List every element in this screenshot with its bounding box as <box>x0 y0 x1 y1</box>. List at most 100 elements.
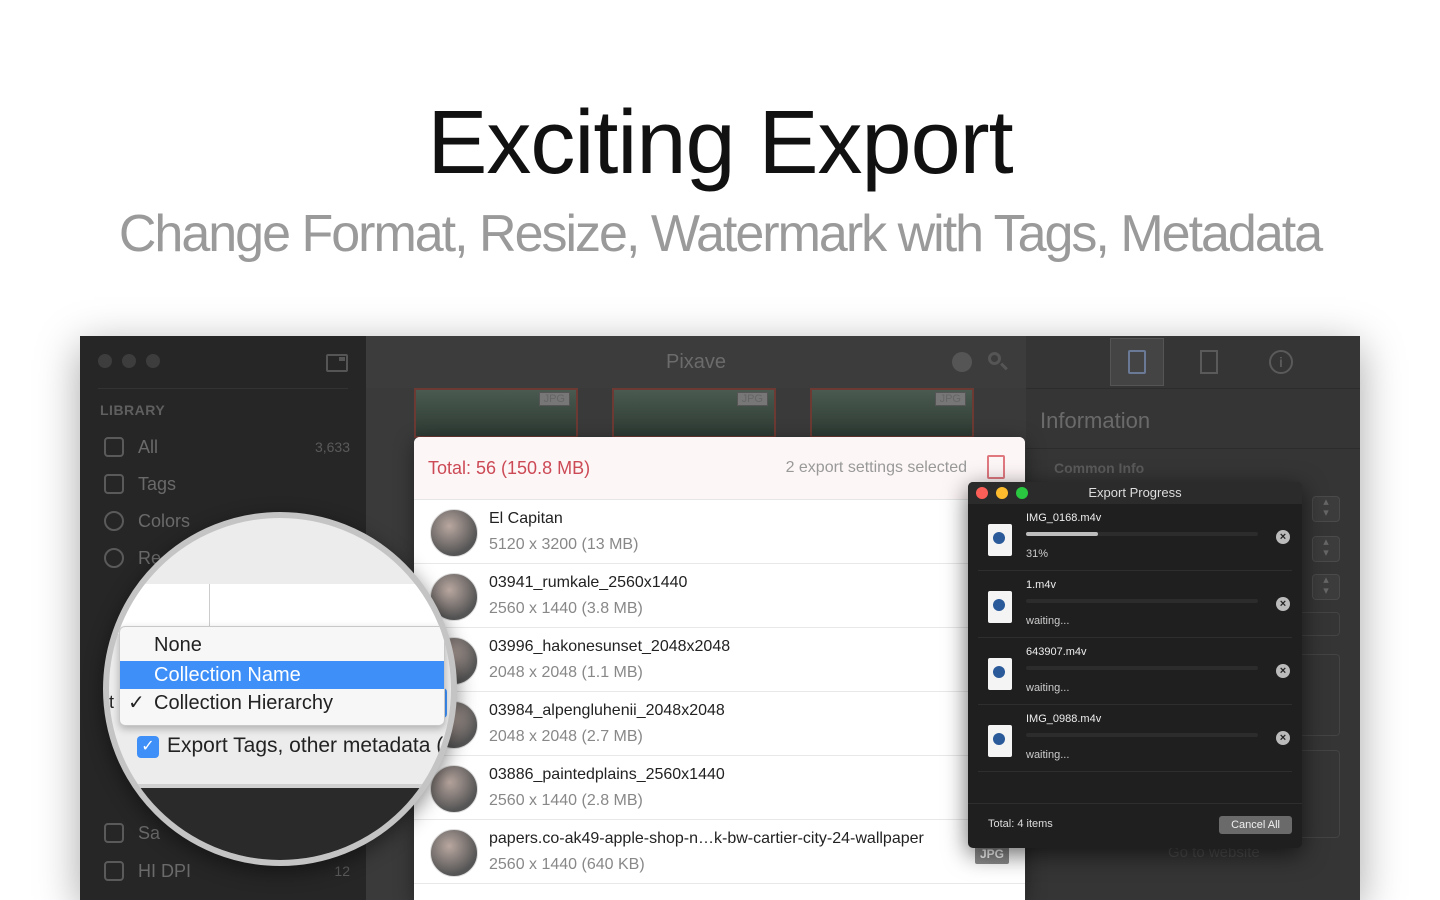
close-window-button[interactable] <box>976 487 988 499</box>
export-summary-header: Total: 56 (150.8 MB) 2 export settings s… <box>414 437 1025 500</box>
tab-document[interactable] <box>1110 338 1164 386</box>
progress-bar <box>1026 733 1258 737</box>
minimize-window-button[interactable] <box>122 354 136 368</box>
close-window-button[interactable] <box>98 354 112 368</box>
tag-icon <box>104 474 124 494</box>
file-name: 03886_paintedplains_2560x1440 <box>489 766 725 783</box>
menu-item-none[interactable]: None <box>120 631 444 659</box>
jpg-badge: JPG <box>736 392 768 406</box>
progress-status: waiting... <box>1026 615 1070 627</box>
clock-icon <box>104 548 124 568</box>
sidebar-item-all[interactable]: All 3,633 <box>104 432 350 462</box>
progress-window-title: Export Progress <box>1088 485 1182 500</box>
sidebar-toggle-icon[interactable] <box>326 354 348 372</box>
file-meta: 2560 x 1440 (640 KB) <box>489 856 645 873</box>
export-metadata-checkbox[interactable]: ✓ <box>137 736 159 758</box>
progress-bar <box>1026 532 1258 536</box>
file-name: 03996_hakonesunset_2048x2048 <box>489 638 731 655</box>
file-name: 03984_alpengluhenii_2048x2048 <box>489 702 725 719</box>
thumbnail[interactable]: JPG <box>810 388 974 438</box>
export-total: Total: 56 (150.8 MB) <box>428 457 591 478</box>
tab-bookmark[interactable] <box>1182 338 1236 386</box>
compass-icon[interactable] <box>952 352 972 372</box>
sidebar-item-count: 3,633 <box>314 439 350 455</box>
jpg-badge: JPG <box>538 392 570 406</box>
file-meta: 2560 x 1440 (3.8 MB) <box>489 600 643 617</box>
progress-item: IMG_0168.m4v 31% × <box>978 504 1292 571</box>
checkmark-icon: ✓ <box>128 692 145 714</box>
cancel-item-icon[interactable]: × <box>1276 664 1290 678</box>
export-progress-window: Export Progress IMG_0168.m4v 31% × 1.m4v… <box>968 482 1302 848</box>
column-divider <box>209 584 210 630</box>
movie-file-icon <box>988 524 1012 556</box>
progress-file-name: 643907.m4v <box>1026 646 1087 658</box>
tab-info[interactable]: i <box>1254 338 1308 386</box>
export-row[interactable]: 03984_alpengluhenii_2048x2048 2048 x 204… <box>414 692 1025 756</box>
popup-stepper[interactable]: ▴ ▾ <box>1312 536 1340 562</box>
export-row[interactable]: 03996_hakonesunset_2048x2048 2048 x 2048… <box>414 628 1025 692</box>
sidebar-item-tags[interactable]: Tags <box>104 469 350 499</box>
inspector-tabs: i <box>1110 338 1308 386</box>
popup-stepper[interactable]: ▴ ▾ <box>1312 496 1340 522</box>
info-icon: i <box>1269 350 1293 374</box>
folder-structure-menu: None Collection Name ✓ Collection Hierar… <box>119 626 445 726</box>
photos-stack-icon <box>104 437 124 457</box>
file-meta: 2048 x 2048 (1.1 MB) <box>489 664 643 681</box>
zoom-window-button[interactable] <box>1016 487 1028 499</box>
document-icon <box>1128 350 1146 374</box>
sidebar-item-label: Colors <box>138 510 191 531</box>
inspector-divider <box>1026 388 1360 389</box>
bookmark-icon <box>1200 350 1218 374</box>
export-settings-icon[interactable] <box>987 455 1005 479</box>
cancel-item-icon[interactable]: × <box>1276 597 1290 611</box>
zoom-window-button[interactable] <box>146 354 160 368</box>
library-section-label: LIBRARY <box>100 402 166 418</box>
progress-item: 1.m4v waiting... × <box>978 571 1292 638</box>
progress-status: 31% <box>1026 548 1049 560</box>
export-row[interactable]: 03941_rumkale_2560x1440 2560 x 1440 (3.8… <box>414 564 1025 628</box>
progress-file-name: 1.m4v <box>1026 579 1056 591</box>
file-name: papers.co-ak49-apple-shop-n…k-bw-cartier… <box>489 830 924 847</box>
file-meta: 5120 x 3200 (13 MB) <box>489 536 639 553</box>
magnified-sidebar <box>109 788 451 860</box>
cancel-item-icon[interactable]: × <box>1276 731 1290 745</box>
jpg-badge: JPG <box>934 392 966 406</box>
file-meta: 2560 x 1440 (2.8 MB) <box>489 792 643 809</box>
cancel-all-button[interactable]: Cancel All <box>1219 816 1292 834</box>
thumbnail-strip: JPG JPG JPG <box>414 388 984 438</box>
search-icon[interactable] <box>988 352 1008 372</box>
window-controls <box>98 354 160 368</box>
toolbar: Pixave <box>366 336 1026 388</box>
thumbnail[interactable]: JPG <box>612 388 776 438</box>
progress-bar-fill <box>1026 532 1098 536</box>
movie-file-icon <box>988 658 1012 690</box>
sidebar-item-label: All <box>138 436 159 457</box>
menu-item-collection-hierarchy[interactable]: ✓ Collection Hierarchy <box>120 689 444 717</box>
export-settings-summary: 2 export settings selected <box>785 459 967 476</box>
movie-file-icon <box>988 725 1012 757</box>
export-row[interactable]: 03886_paintedplains_2560x1440 2560 x 144… <box>414 756 1025 820</box>
popup-stepper[interactable]: ▴ ▾ <box>1312 574 1340 600</box>
minimize-window-button[interactable] <box>996 487 1008 499</box>
progress-status: waiting... <box>1026 682 1070 694</box>
common-info-header[interactable]: Common Info <box>1054 460 1144 476</box>
drop-icon <box>104 511 124 531</box>
progress-item: 643907.m4v waiting... × <box>978 638 1292 705</box>
menu-item-collection-name[interactable]: Collection Name <box>120 661 444 689</box>
movie-file-icon <box>988 591 1012 623</box>
inspector-title: Information <box>1040 408 1151 433</box>
export-row[interactable]: papers.co-ak49-apple-shop-n…k-bw-cartier… <box>414 820 1025 884</box>
file-name: El Capitan <box>489 510 563 527</box>
thumbnail[interactable]: JPG <box>414 388 578 438</box>
sidebar-item-count: 12 <box>334 863 350 879</box>
cancel-item-icon[interactable]: × <box>1276 530 1290 544</box>
progress-file-name: IMG_0168.m4v <box>1026 512 1102 524</box>
file-name: 03941_rumkale_2560x1440 <box>489 574 688 591</box>
sidebar-divider <box>98 388 348 389</box>
window-title: Pixave <box>665 350 727 373</box>
truncated-label: t <box>109 692 115 712</box>
progress-footer: Total: 4 items Cancel All <box>968 803 1302 848</box>
export-row[interactable]: El Capitan 5120 x 3200 (13 MB) <box>414 500 1025 564</box>
progress-file-name: IMG_0988.m4v <box>1026 713 1102 725</box>
progress-total: Total: 4 items <box>988 818 1053 830</box>
